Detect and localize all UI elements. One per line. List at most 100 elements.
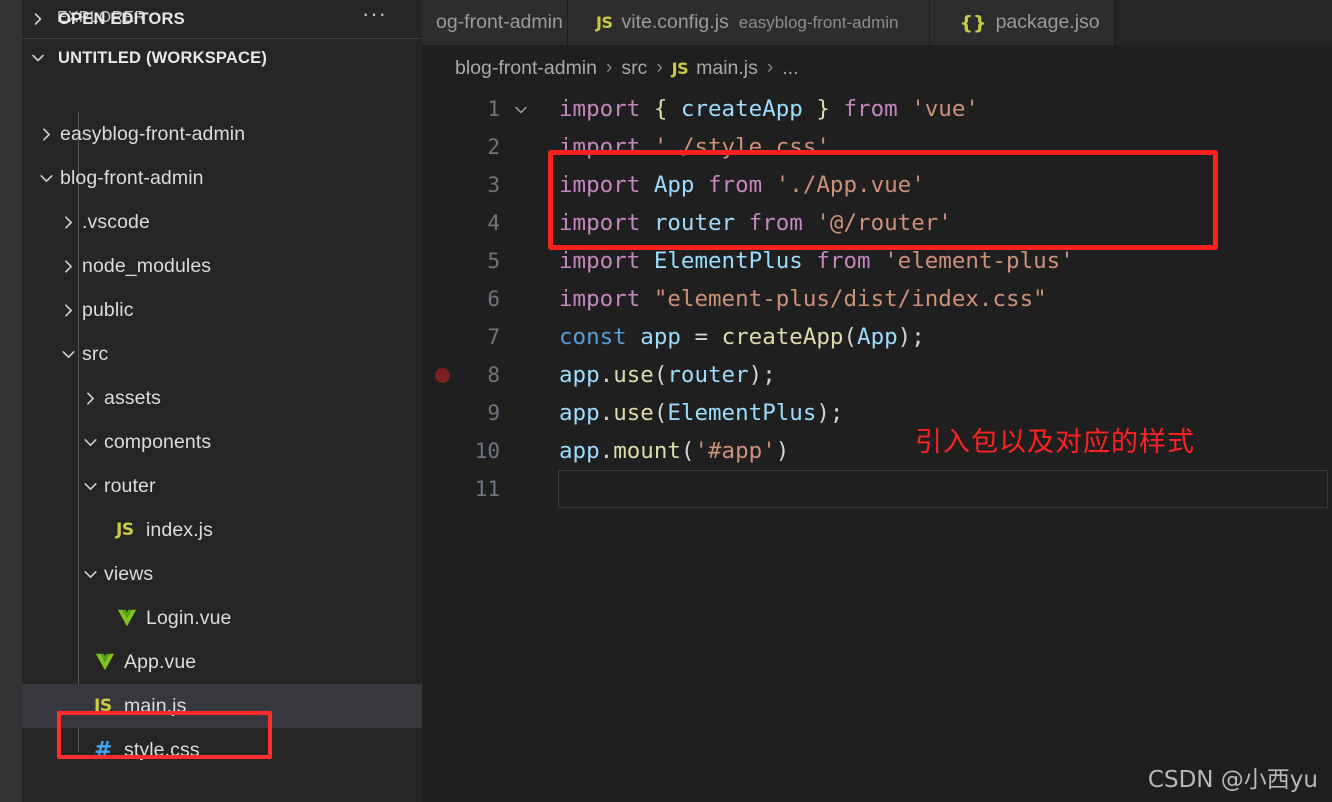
tree-item-public[interactable]: public [22, 288, 422, 332]
chevron-right-icon [54, 258, 82, 275]
tree-item-style-css[interactable]: # style.css [22, 728, 422, 772]
tree-item-label: assets [104, 386, 161, 409]
chevron-down-icon [76, 434, 104, 451]
line-number: 1 [487, 97, 500, 121]
code-line-7[interactable]: 7 const app = createApp(App); [422, 318, 1332, 356]
tree-item-main-js[interactable]: JS main.js [22, 684, 422, 728]
tree-item-vscode[interactable]: .vscode [22, 200, 422, 244]
js-file-icon: JS [94, 696, 112, 716]
tree-item-label: src [82, 342, 109, 365]
code-line-2[interactable]: 2 import './style.css' [422, 128, 1332, 166]
code-line-5[interactable]: 5 import ElementPlus from 'element-plus' [422, 242, 1332, 280]
vue-file-icon [116, 607, 146, 629]
activity-bar[interactable] [0, 0, 22, 802]
code-line-9[interactable]: 9 app.use(ElementPlus); [422, 394, 1332, 432]
line-number: 10 [474, 439, 500, 463]
code-line-8[interactable]: 8 app.use(router); [422, 356, 1332, 394]
line-number: 3 [487, 173, 500, 197]
code-line-10[interactable]: 10 app.mount('#app') [422, 432, 1332, 470]
tree-item-views[interactable]: views [22, 552, 422, 596]
tab-package-json[interactable]: {} package.jso [929, 0, 1115, 45]
breadcrumb-item-folder[interactable]: src [621, 57, 647, 80]
line-number: 7 [487, 325, 500, 349]
breadcrumb-separator-icon: › [766, 57, 774, 78]
line-number: 4 [487, 211, 500, 235]
code-line-4[interactable]: 4 import router from '@/router' [422, 204, 1332, 242]
breadcrumb-item-file[interactable]: main.js [696, 57, 758, 80]
code-text: app.use(router); [559, 362, 776, 388]
chevron-down-icon [76, 566, 104, 583]
tab-description: easyblog-front-admin [738, 12, 899, 32]
code-text: import { createApp } from 'vue' [559, 96, 979, 122]
code-line-3[interactable]: 3 import App from './App.vue' [422, 166, 1332, 204]
code-text: import ElementPlus from 'element-plus' [559, 248, 1074, 274]
tree-item-label: public [82, 298, 134, 321]
section-label: UNTITLED (WORKSPACE) [58, 48, 268, 67]
code-editor[interactable]: 1 import { createApp } from 'vue' 2 import … [422, 90, 1332, 802]
watermark: CSDN @小西yu [1147, 767, 1318, 793]
breadcrumb-separator-icon: › [656, 57, 663, 78]
tree-item-label: style.css [124, 738, 200, 761]
tree-item-label: node_modules [82, 254, 212, 277]
chevron-down-icon[interactable] [510, 90, 532, 128]
chevron-down-icon [76, 478, 104, 495]
js-file-icon: JS [671, 58, 689, 78]
explorer-sidebar: EXPLORER ··· OPEN EDITORS UNTITLED (WORK… [22, 0, 422, 802]
code-text: import './style.css' [559, 134, 830, 160]
editor-tab-bar: og-front-admin JS vite.config.js easyblo… [422, 0, 1332, 45]
code-line-11[interactable]: 11 [422, 470, 1332, 508]
current-line-highlight [558, 470, 1328, 508]
tree-item-label: router [104, 474, 156, 497]
tree-item-login-vue[interactable]: Login.vue [22, 596, 422, 640]
code-text: import "element-plus/dist/index.css" [559, 286, 1047, 312]
js-file-icon: JS [116, 520, 134, 540]
tree-item-label: Login.vue [146, 606, 232, 629]
chevron-down-icon [32, 170, 60, 187]
vue-file-icon [94, 651, 124, 673]
breadcrumb-separator-icon: › [605, 57, 613, 78]
line-number: 6 [487, 287, 500, 311]
tree-item-blog-front-admin[interactable]: blog-front-admin [22, 156, 422, 200]
code-text: app.mount('#app') [559, 438, 790, 464]
code-text: const app = createApp(App); [559, 324, 925, 350]
css-file-icon: # [94, 737, 113, 763]
section-open-editors[interactable]: OPEN EDITORS [22, 0, 422, 38]
json-file-icon: {} [959, 11, 987, 34]
breadcrumb-item-symbols[interactable]: ... [782, 57, 798, 80]
tree-item-label: main.js [124, 694, 187, 717]
editor-area: og-front-admin JS vite.config.js easyblo… [422, 0, 1332, 802]
chevron-right-icon [30, 11, 56, 27]
section-label: OPEN EDITORS [58, 9, 185, 28]
section-untitled-workspace[interactable]: UNTITLED (WORKSPACE) [22, 38, 422, 77]
tree-item-easyblog-front-admin[interactable]: easyblog-front-admin [22, 112, 422, 156]
breadcrumb-item-project[interactable]: blog-front-admin [455, 57, 597, 80]
tree-item-index-js[interactable]: JS index.js [22, 508, 422, 552]
tree-item-label: easyblog-front-admin [60, 122, 246, 145]
tab-label: og-front-admin [436, 11, 563, 33]
chevron-right-icon [54, 302, 82, 319]
js-file-icon: JS [596, 13, 613, 32]
chevron-down-icon [30, 50, 56, 66]
tree-item-components[interactable]: components [22, 420, 422, 464]
tree-item-router[interactable]: router [22, 464, 422, 508]
tree-item-node-modules[interactable]: node_modules [22, 244, 422, 288]
tab-label: vite.config.js [621, 11, 729, 33]
chevron-right-icon [54, 214, 82, 231]
tree-item-assets[interactable]: assets [22, 376, 422, 420]
code-line-1[interactable]: 1 import { createApp } from 'vue' [422, 90, 1332, 128]
code-text: import router from '@/router' [559, 210, 952, 236]
tab-og-front-admin[interactable]: og-front-admin [422, 0, 568, 45]
tree-item-app-vue[interactable]: App.vue [22, 640, 422, 684]
chevron-right-icon [76, 390, 104, 407]
code-line-6[interactable]: 6 import "element-plus/dist/index.css" [422, 280, 1332, 318]
chinese-annotation: 引入包以及对应的样式 [915, 427, 1195, 458]
line-number: 8 [487, 363, 500, 387]
tree-item-src[interactable]: src [22, 332, 422, 376]
line-number: 5 [487, 249, 500, 273]
chevron-down-icon [54, 346, 82, 363]
tab-vite-config-js[interactable]: JS vite.config.js easyblog-front-admin [568, 0, 930, 45]
tree-item-label: .vscode [82, 210, 150, 233]
code-text: import App from './App.vue' [559, 172, 925, 198]
tab-label: package.jso [995, 11, 1100, 33]
tree-item-label: index.js [146, 518, 213, 541]
